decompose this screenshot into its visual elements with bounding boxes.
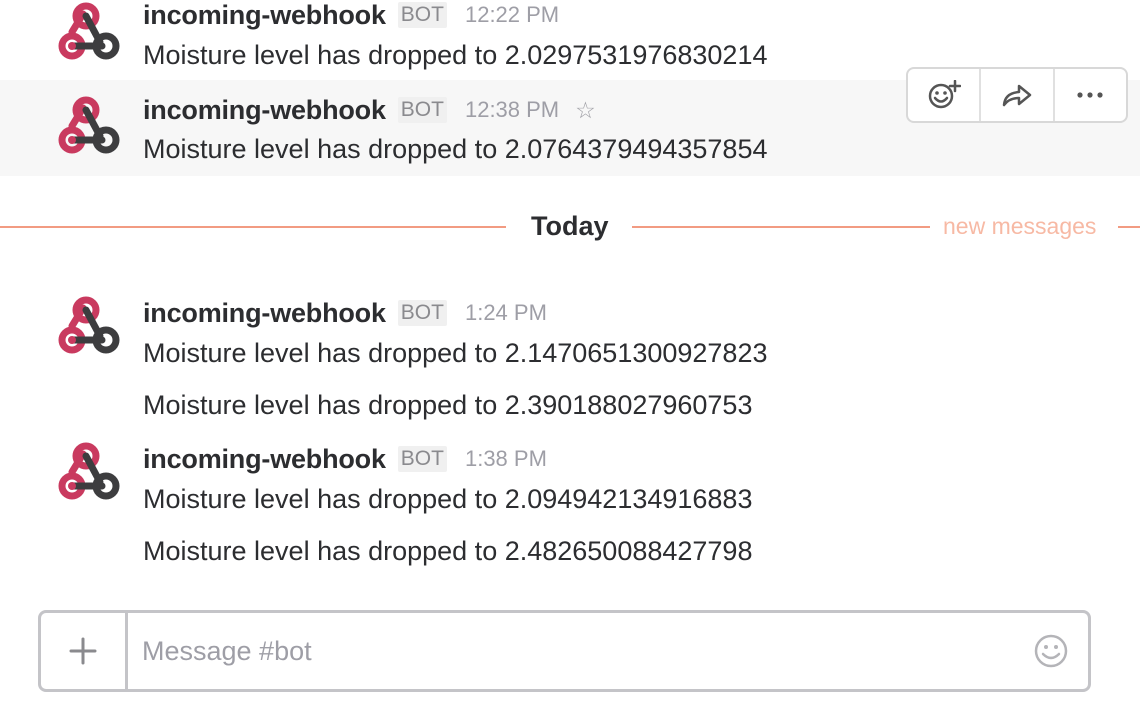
webhook-icon [58,96,120,154]
attach-button[interactable] [41,613,128,689]
timestamp[interactable]: 12:22 PM [465,2,559,28]
timestamp[interactable]: 1:38 PM [465,446,547,472]
message-text: Moisture level has dropped to 2.14706513… [143,338,768,368]
message-composer [38,610,1091,692]
emoji-button[interactable] [1031,631,1071,671]
divider-line [1118,226,1140,228]
bot-badge: BOT [397,2,447,28]
timestamp[interactable]: 1:24 PM [465,300,547,326]
message-input[interactable] [142,633,1022,669]
sender-name[interactable]: incoming-webhook [143,95,386,126]
message-group: incoming-webhook BOT 1:24 PM Moisture le… [0,290,1140,430]
new-messages-label[interactable]: new messages [943,210,1096,242]
add-reaction-button[interactable] [908,69,982,121]
sender-name[interactable]: incoming-webhook [143,298,386,329]
message-header: incoming-webhook BOT 1:38 PM [143,441,547,477]
message-actions [906,67,1128,123]
webhook-icon [58,442,120,500]
plus-icon [69,637,97,665]
timestamp[interactable]: 12:38 PM [465,97,559,123]
share-button[interactable] [981,69,1055,121]
webhook-icon [58,296,120,354]
message-text: Moisture level has dropped to 2.48265008… [143,536,753,566]
star-icon[interactable]: ☆ [575,98,596,122]
emoji-icon [1034,634,1068,668]
more-icon [1077,92,1103,98]
message-text: Moisture level has dropped to 2.07643794… [143,134,768,164]
message-text: Moisture level has dropped to 2.02975319… [143,40,768,70]
add-reaction-icon [928,80,961,109]
message-text: Moisture level has dropped to 2.09494213… [143,484,753,514]
message-header: incoming-webhook BOT 1:24 PM [143,295,547,331]
share-icon [1002,84,1032,107]
sender-name[interactable]: incoming-webhook [143,0,386,31]
message-header: incoming-webhook BOT 12:38 PM ☆ [143,92,596,128]
sender-name[interactable]: incoming-webhook [143,444,386,475]
day-divider: Today new messages [0,204,1140,248]
bot-badge: BOT [397,300,447,326]
webhook-avatar[interactable] [50,2,122,74]
divider-line [0,226,506,228]
day-label: Today [531,211,609,241]
message-text: Moisture level has dropped to 2.39018802… [143,390,753,420]
message-group: incoming-webhook BOT 1:38 PM Moisture le… [0,436,1140,576]
webhook-avatar[interactable] [50,96,122,168]
bot-badge: BOT [397,446,447,472]
message-header: incoming-webhook BOT 12:22 PM [143,0,559,33]
bot-badge: BOT [397,97,447,123]
webhook-avatar[interactable] [50,296,122,368]
divider-line [632,226,930,228]
webhook-avatar[interactable] [50,442,122,514]
webhook-icon [58,2,120,60]
more-actions-button[interactable] [1055,69,1126,121]
